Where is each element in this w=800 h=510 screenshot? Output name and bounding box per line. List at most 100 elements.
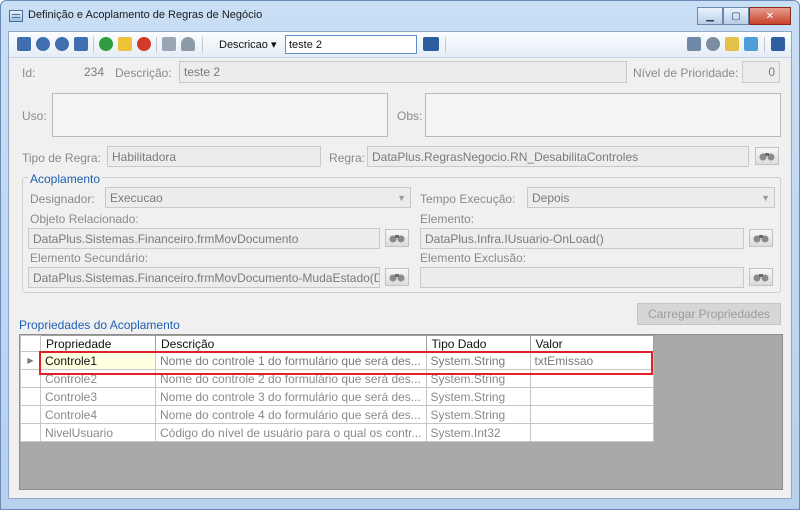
cell-tipo-dado[interactable]: System.String: [425, 387, 531, 406]
binoculars-icon: [753, 235, 769, 243]
menu-icon[interactable]: [771, 37, 785, 51]
cell-valor[interactable]: [529, 423, 654, 442]
column-header-propriedade[interactable]: Propriedade: [40, 335, 156, 352]
save-icon[interactable]: [162, 37, 176, 51]
window-controls: ▁ ▢ ✕: [697, 7, 791, 25]
toolbar-separator: [93, 37, 94, 53]
search-field-dropdown[interactable]: Descricao ▾: [219, 38, 277, 51]
maximize-button[interactable]: ▢: [723, 7, 749, 25]
cell-valor[interactable]: [529, 405, 654, 424]
title-bar[interactable]: Definição e Acoplamento de Regras de Neg…: [1, 1, 799, 31]
cell-descricao[interactable]: Nome do controle 1 do formulário que ser…: [155, 351, 427, 370]
row-header-corner: [20, 335, 41, 352]
cell-descricao[interactable]: Nome do controle 3 do formulário que ser…: [155, 387, 427, 406]
cell-propriedade[interactable]: Controle4: [40, 405, 156, 424]
toolbar-separator: [156, 37, 157, 53]
tipo-regra-field[interactable]: Habilitadora: [107, 146, 321, 167]
obs-memo[interactable]: [425, 93, 781, 137]
table-row[interactable]: Controle2 Nome do controle 2 do formulár…: [20, 369, 654, 388]
binoculars-icon: [759, 153, 775, 161]
next-record-icon[interactable]: [55, 37, 69, 51]
cell-valor[interactable]: txtEmissao: [529, 351, 654, 370]
table-row[interactable]: Controle4 Nome do controle 4 do formulár…: [20, 405, 654, 424]
column-header-valor[interactable]: Valor: [529, 335, 654, 352]
row-header: [20, 423, 41, 442]
elemento-exclusao-label: Elemento Exclusão:: [420, 251, 527, 265]
id-label: Id:: [22, 66, 36, 80]
report-icon[interactable]: [725, 37, 739, 51]
main-window: Definição e Acoplamento de Regras de Neg…: [0, 0, 800, 510]
toolbar-separator: [445, 37, 446, 53]
column-header-descricao[interactable]: Descrição: [155, 335, 427, 352]
cell-descricao[interactable]: Código do nível de usuário para o qual o…: [155, 423, 427, 442]
tempo-execucao-select[interactable]: Depois ▼: [527, 187, 775, 208]
designador-select[interactable]: Execucao ▼: [105, 187, 411, 208]
last-record-icon[interactable]: [74, 37, 88, 51]
binoculars-icon: [753, 274, 769, 282]
cell-descricao[interactable]: Nome do controle 4 do formulário que ser…: [155, 405, 427, 424]
cell-propriedade[interactable]: Controle2: [40, 369, 156, 388]
secundario-lookup-button[interactable]: [385, 268, 409, 286]
add-icon[interactable]: [99, 37, 113, 51]
objeto-lookup-button[interactable]: [385, 229, 409, 247]
table-row[interactable]: ▶ Controle1 Nome do controle 1 do formul…: [20, 351, 654, 370]
prioridade-field[interactable]: 0: [742, 61, 780, 83]
settings-icon[interactable]: [706, 37, 720, 51]
objeto-relacionado-field[interactable]: DataPlus.Sistemas.Financeiro.frmMovDocum…: [28, 228, 380, 249]
first-record-icon[interactable]: [17, 37, 31, 51]
elemento-lookup-button[interactable]: [749, 229, 773, 247]
search-input[interactable]: [285, 35, 417, 54]
user-icon[interactable]: [744, 37, 758, 51]
tempo-execucao-label: Tempo Execução:: [420, 192, 516, 206]
cell-propriedade[interactable]: NivelUsuario: [40, 423, 156, 442]
row-header: [20, 387, 41, 406]
edit-icon[interactable]: [118, 37, 132, 51]
descricao-field[interactable]: teste 2: [179, 61, 627, 83]
acoplamento-title: Acoplamento: [28, 172, 103, 186]
uso-label: Uso:: [22, 109, 47, 123]
propriedades-grid[interactable]: Propriedade Descrição Tipo Dado Valor ▶ …: [19, 334, 783, 490]
uso-memo[interactable]: [52, 93, 388, 137]
close-button[interactable]: ✕: [749, 7, 791, 25]
regra-label: Regra:: [329, 151, 366, 165]
table-header-row: Propriedade Descrição Tipo Dado Valor: [20, 335, 654, 352]
cell-valor[interactable]: [529, 369, 654, 388]
cell-tipo-dado[interactable]: System.String: [425, 405, 531, 424]
cell-tipo-dado[interactable]: System.String: [425, 351, 531, 370]
regra-field[interactable]: DataPlus.RegrasNegocio.RN_DesabilitaCont…: [367, 146, 749, 167]
table-row[interactable]: NivelUsuario Código do nível de usuário …: [20, 423, 654, 442]
cell-propriedade[interactable]: Controle1: [40, 351, 156, 370]
tipo-regra-label: Tipo de Regra:: [22, 151, 101, 165]
toolbar: Descricao ▾: [9, 32, 791, 58]
previous-record-icon[interactable]: [36, 37, 50, 51]
designador-label: Designador:: [30, 192, 95, 206]
carregar-propriedades-button[interactable]: Carregar Propriedades: [637, 303, 781, 325]
tempo-execucao-value: Depois: [532, 191, 570, 205]
table-row[interactable]: Controle3 Nome do controle 3 do formulár…: [20, 387, 654, 406]
form-client-area: Descricao ▾ Id: 234 Descrição: teste 2 N…: [8, 31, 792, 499]
descricao-label: Descrição:: [115, 66, 172, 80]
exclusao-lookup-button[interactable]: [749, 268, 773, 286]
elemento-exclusao-field[interactable]: [420, 267, 744, 288]
elemento-secundario-field[interactable]: DataPlus.Sistemas.Financeiro.frmMovDocum…: [28, 267, 380, 288]
cell-tipo-dado[interactable]: System.String: [425, 369, 531, 388]
obs-label: Obs:: [397, 109, 423, 123]
print-icon[interactable]: [687, 37, 701, 51]
minimize-button[interactable]: ▁: [697, 7, 723, 25]
cell-valor[interactable]: [529, 387, 654, 406]
undo-icon[interactable]: [181, 37, 195, 51]
cell-descricao[interactable]: Nome do controle 2 do formulário que ser…: [155, 369, 427, 388]
chevron-down-icon: ▾: [270, 39, 277, 51]
cell-tipo-dado[interactable]: System.Int32: [425, 423, 531, 442]
propriedades-title: Propriedades do Acoplamento: [19, 318, 180, 332]
regra-lookup-button[interactable]: [755, 147, 779, 165]
search-go-icon[interactable]: [423, 37, 439, 51]
id-field: 234: [47, 61, 109, 83]
elemento-field[interactable]: DataPlus.Infra.IUsuario-OnLoad(): [420, 228, 744, 249]
cell-propriedade[interactable]: Controle3: [40, 387, 156, 406]
designador-value: Execucao: [110, 191, 163, 205]
row-header: [20, 369, 41, 388]
delete-icon[interactable]: [137, 37, 151, 51]
column-header-tipo-dado[interactable]: Tipo Dado: [425, 335, 531, 352]
toolbar-separator: [202, 37, 203, 53]
